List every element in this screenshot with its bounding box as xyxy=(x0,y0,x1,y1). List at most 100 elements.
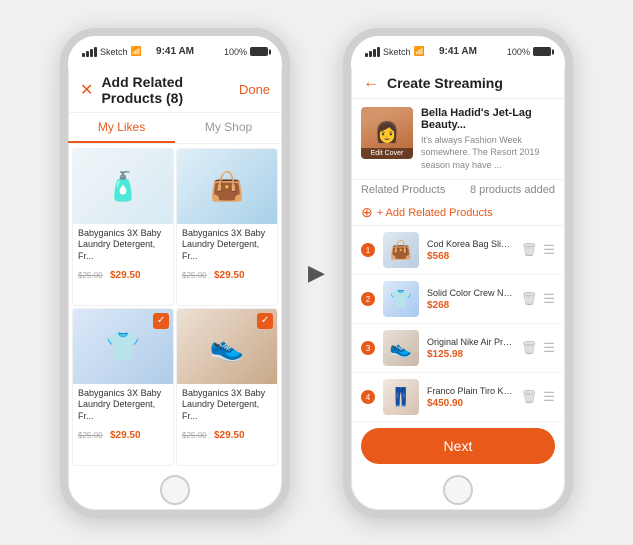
tab-my-likes[interactable]: My Likes xyxy=(68,113,175,143)
list-item[interactable]: 4 👖 Franco Plain Tiro Korean Joggers $45… xyxy=(351,373,565,421)
item-actions-2: 🗑 ☰ xyxy=(521,291,555,307)
item-actions-4: 🗑 ☰ xyxy=(521,389,555,405)
product-pricing-4: $25.00 $29.50 xyxy=(182,425,272,443)
carrier-2: Sketch xyxy=(383,47,411,57)
add-related-products-button[interactable]: ⊕ + Add Related Products xyxy=(351,200,565,226)
phone-2: Sketch 📶 9:41 AM 100% ← Create Streaming… xyxy=(343,28,573,518)
add-related-label: + Add Related Products xyxy=(377,207,493,219)
item-info-1: Cod Korea Bag Sling Bag Best ... $568 xyxy=(427,239,513,262)
status-left-2: Sketch 📶 xyxy=(365,46,425,57)
list-item[interactable]: 1 👜 Cod Korea Bag Sling Bag Best ... $56… xyxy=(351,226,565,275)
p2-title: Create Streaming xyxy=(387,75,503,91)
product-info-3: Babyganics 3X Baby Laundry Detergent, Fr… xyxy=(73,384,173,448)
item-price-2: $268 xyxy=(427,300,513,311)
reorder-icon[interactable]: ☰ xyxy=(543,242,555,258)
new-price-4: $29.50 xyxy=(214,430,245,441)
item-number-3: 3 xyxy=(361,341,375,355)
product-info-1: Babyganics 3X Baby Laundry Detergent, Fr… xyxy=(73,224,173,288)
close-icon[interactable]: ✕ xyxy=(80,80,93,100)
battery-label-2: 100% xyxy=(507,47,530,57)
product-info-4: Babyganics 3X Baby Laundry Detergent, Fr… xyxy=(177,384,277,448)
product-image-1: 🧴 xyxy=(73,149,173,224)
new-price-2: $29.50 xyxy=(214,270,245,281)
product-grid: 🧴 Babyganics 3X Baby Laundry Detergent, … xyxy=(68,144,282,470)
item-name-2: Solid Color Crew Neck T-Shirt For... xyxy=(427,288,513,298)
old-price-1: $25.00 xyxy=(78,271,102,280)
item-name-1: Cod Korea Bag Sling Bag Best ... xyxy=(427,239,513,249)
list-item[interactable]: 👟 ✓ Babyganics 3X Baby Laundry Detergent… xyxy=(176,308,278,466)
status-left-1: Sketch 📶 xyxy=(82,46,142,57)
item-actions-3: 🗑 ☰ xyxy=(521,340,555,356)
reorder-icon-2[interactable]: ☰ xyxy=(543,291,555,307)
cover-title: Bella Hadid's Jet-Lag Beauty... xyxy=(421,107,555,131)
item-number-1: 1 xyxy=(361,243,375,257)
delete-icon-3[interactable]: 🗑 xyxy=(521,340,538,356)
shoes-list-icon: 👟 xyxy=(383,330,419,366)
signal-icon-2 xyxy=(365,47,380,57)
old-price-3: $25.00 xyxy=(78,431,102,440)
item-image-2: 👕 xyxy=(383,281,419,317)
item-price-1: $568 xyxy=(427,251,513,262)
delete-icon-4[interactable]: 🗑 xyxy=(521,389,538,405)
item-image-1: 👜 xyxy=(383,232,419,268)
cover-description: It's always Fashion Week somewhere. The … xyxy=(421,134,555,172)
item-price-4: $450.90 xyxy=(427,398,513,409)
phone-1: Sketch 📶 9:41 AM 100% ✕ Add Related Prod… xyxy=(60,28,290,518)
phone-2-content: ← Create Streaming 👩 Edit Cover Bella Ha… xyxy=(351,68,565,470)
bag-list-icon: 👜 xyxy=(383,232,419,268)
p1-title: Add Related Products (8) xyxy=(101,74,239,106)
scene: Sketch 📶 9:41 AM 100% ✕ Add Related Prod… xyxy=(50,18,583,528)
product-name-4: Babyganics 3X Baby Laundry Detergent, Fr… xyxy=(182,388,272,423)
phone-1-content: ✕ Add Related Products (8) Done My Likes… xyxy=(68,68,282,470)
home-button-1[interactable] xyxy=(160,475,190,505)
signal-icon xyxy=(82,47,97,57)
wifi-icon-2: 📶 xyxy=(413,46,424,57)
status-right-2: 100% xyxy=(507,47,551,57)
product-pricing-2: $25.00 $29.50 xyxy=(182,265,272,283)
product-pricing-3: $25.00 $29.50 xyxy=(78,425,168,443)
next-button[interactable]: Next xyxy=(361,428,555,464)
item-number-4: 4 xyxy=(361,390,375,404)
battery-label-1: 100% xyxy=(224,47,247,57)
item-number-2: 2 xyxy=(361,292,375,306)
reorder-icon-4[interactable]: ☰ xyxy=(543,389,555,405)
list-item[interactable]: 👕 ✓ Babyganics 3X Baby Laundry Detergent… xyxy=(72,308,174,466)
back-icon[interactable]: ← xyxy=(363,74,379,92)
product-pricing-1: $25.00 $29.50 xyxy=(78,265,168,283)
delete-icon[interactable]: 🗑 xyxy=(521,242,538,258)
tab-my-shop[interactable]: My Shop xyxy=(175,113,282,143)
check-badge-3: ✓ xyxy=(153,313,169,329)
delete-icon-2[interactable]: 🗑 xyxy=(521,291,538,307)
bag-icon: 👜 xyxy=(177,149,277,224)
item-info-2: Solid Color Crew Neck T-Shirt For... $26… xyxy=(427,288,513,311)
p1-header: ✕ Add Related Products (8) Done xyxy=(68,68,282,113)
time-2: 9:41 AM xyxy=(439,46,477,57)
related-label: Related Products xyxy=(361,184,445,196)
wifi-icon-1: 📶 xyxy=(131,46,142,57)
battery-icon-2 xyxy=(533,47,551,56)
old-price-4: $25.00 xyxy=(182,431,206,440)
list-item[interactable]: 2 👕 Solid Color Crew Neck T-Shirt For...… xyxy=(351,275,565,324)
list-item[interactable]: 👜 Babyganics 3X Baby Laundry Detergent, … xyxy=(176,148,278,306)
reorder-icon-3[interactable]: ☰ xyxy=(543,340,555,356)
list-item[interactable]: 🧴 Babyganics 3X Baby Laundry Detergent, … xyxy=(72,148,174,306)
done-button[interactable]: Done xyxy=(239,82,270,97)
new-price-3: $29.50 xyxy=(110,430,141,441)
status-bar-2: Sketch 📶 9:41 AM 100% xyxy=(351,36,565,68)
battery-icon-1 xyxy=(250,47,268,56)
item-name-3: Original Nike Air Presto Flyknit ... xyxy=(427,337,513,347)
list-item[interactable]: 3 👟 Original Nike Air Presto Flyknit ...… xyxy=(351,324,565,373)
product-name-3: Babyganics 3X Baby Laundry Detergent, Fr… xyxy=(78,388,168,423)
phone-2-bottom xyxy=(351,470,565,510)
shirt-list-icon: 👕 xyxy=(383,281,419,317)
item-image-3: 👟 xyxy=(383,330,419,366)
item-name-4: Franco Plain Tiro Korean Joggers xyxy=(427,386,513,396)
battery-fill-2 xyxy=(534,48,550,55)
p1-tabs: My Likes My Shop xyxy=(68,113,282,144)
home-button-2[interactable] xyxy=(443,475,473,505)
cover-image: 👩 Edit Cover xyxy=(361,107,413,159)
product-name-2: Babyganics 3X Baby Laundry Detergent, Fr… xyxy=(182,228,272,263)
edit-cover-button[interactable]: Edit Cover xyxy=(361,148,413,159)
phone-1-bottom xyxy=(68,470,282,510)
item-info-3: Original Nike Air Presto Flyknit ... $12… xyxy=(427,337,513,360)
